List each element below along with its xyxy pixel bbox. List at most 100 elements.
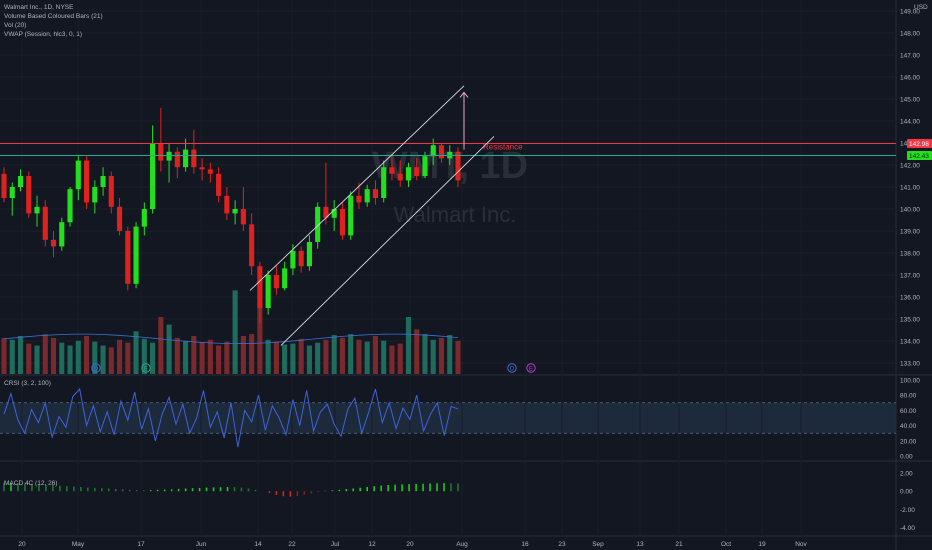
- price-tick-label: 148.00: [900, 31, 920, 38]
- candle-body[interactable]: [141, 209, 147, 227]
- candle-body[interactable]: [92, 187, 98, 203]
- volume-bar: [50, 337, 57, 374]
- volume-bar: [83, 336, 90, 374]
- candle-body[interactable]: [364, 189, 370, 203]
- volume-bar: [240, 336, 246, 374]
- volume-bar: [100, 345, 106, 374]
- candle-body[interactable]: [158, 143, 164, 161]
- crsi-title[interactable]: CRSI (3, 2, 100): [4, 379, 51, 388]
- candle-body[interactable]: [174, 151, 180, 168]
- candle-body[interactable]: [265, 275, 271, 308]
- volume-bar: [405, 317, 412, 374]
- indicator-vwap[interactable]: VWAP (Session, hlc3, 0, 1): [4, 30, 103, 39]
- time-tick-label: Sep: [592, 541, 604, 548]
- candle-body[interactable]: [1, 173, 7, 198]
- candle-body[interactable]: [83, 160, 90, 203]
- candle-body[interactable]: [191, 149, 197, 168]
- volume-bar: [249, 334, 255, 374]
- candle-body[interactable]: [26, 176, 32, 214]
- candle-body[interactable]: [50, 239, 57, 247]
- candle-body[interactable]: [372, 189, 379, 198]
- candle-body[interactable]: [381, 167, 387, 198]
- volume-bar: [306, 345, 312, 374]
- candle-body[interactable]: [207, 169, 213, 174]
- time-tick-label: Oct: [721, 541, 731, 548]
- candle-body[interactable]: [273, 275, 279, 289]
- crsi-tick-label: 60.00: [900, 408, 917, 415]
- candle-body[interactable]: [438, 145, 445, 159]
- resistance-label: Resistance: [483, 142, 523, 151]
- candle-body[interactable]: [42, 206, 48, 240]
- volume-bar: [224, 341, 230, 374]
- last-price-value: 142.43: [909, 153, 929, 160]
- volume-bar: [414, 329, 420, 374]
- candle-body[interactable]: [348, 195, 354, 236]
- price-tick-label: 133.00: [900, 361, 920, 368]
- volume-bar: [1, 337, 7, 374]
- symbol-title[interactable]: Walmart Inc., 1D, NYSE: [4, 3, 103, 12]
- candle-body[interactable]: [240, 209, 246, 225]
- candle-body[interactable]: [133, 226, 139, 284]
- candle-body[interactable]: [108, 176, 114, 207]
- volume-bar: [265, 339, 271, 374]
- time-tick-label: 21: [675, 541, 683, 548]
- volume-bar: [166, 324, 172, 374]
- candle-body[interactable]: [430, 145, 436, 157]
- candle-body[interactable]: [117, 206, 123, 231]
- candle-body[interactable]: [17, 176, 24, 187]
- candle-body[interactable]: [100, 176, 106, 187]
- candle-body[interactable]: [422, 156, 428, 176]
- candle-body[interactable]: [125, 231, 131, 284]
- time-tick-label: 16: [521, 541, 529, 548]
- candle-body[interactable]: [397, 173, 403, 181]
- candle-body[interactable]: [339, 209, 345, 236]
- macd-tick-label: -2.00: [900, 507, 915, 514]
- candle-body[interactable]: [75, 160, 81, 190]
- volume-bar: [174, 337, 180, 374]
- indicator-vol[interactable]: Vol (20): [4, 21, 103, 30]
- candle-body[interactable]: [356, 195, 362, 203]
- candle-body[interactable]: [257, 266, 263, 308]
- indicator-volume-bars[interactable]: Volume Based Coloured Bars (21): [4, 12, 103, 21]
- candle-body[interactable]: [150, 143, 156, 209]
- candle-body[interactable]: [59, 222, 65, 247]
- volume-bar: [125, 342, 131, 374]
- candle-body[interactable]: [224, 195, 230, 214]
- candle-body[interactable]: [216, 173, 222, 196]
- candle-body[interactable]: [34, 206, 40, 214]
- candle-body[interactable]: [67, 189, 73, 223]
- candle-body[interactable]: [405, 167, 412, 181]
- volume-bar: [339, 337, 345, 374]
- time-tick-label: 22: [288, 541, 296, 548]
- volume-bar: [273, 341, 279, 374]
- volume-bar: [381, 340, 387, 374]
- event-marker-label: E: [529, 366, 533, 372]
- macd-tick-label: 0.00: [900, 489, 913, 496]
- volume-bar: [438, 337, 445, 374]
- candle-body[interactable]: [166, 151, 172, 161]
- crsi-tick-label: 20.00: [900, 438, 917, 445]
- event-marker-label: D: [94, 366, 99, 372]
- candle-body[interactable]: [414, 167, 420, 176]
- candle-body[interactable]: [249, 224, 255, 267]
- price-tick-label: 134.00: [900, 339, 920, 346]
- candle-body[interactable]: [455, 151, 461, 181]
- candle-body[interactable]: [232, 209, 238, 214]
- volume-bar: [422, 334, 428, 374]
- price-tick-label: 138.00: [900, 251, 920, 258]
- candle-body[interactable]: [298, 250, 304, 267]
- candle-body[interactable]: [199, 167, 205, 170]
- candle-body[interactable]: [9, 187, 15, 198]
- candle-body[interactable]: [389, 167, 395, 174]
- time-tick-label: 23: [558, 541, 566, 548]
- volume-bar: [323, 339, 329, 374]
- chart-canvas[interactable]: WMT, 1D Walmart Inc. Resistance 149.0014…: [0, 0, 932, 550]
- macd-title[interactable]: MACD 4C (12, 26): [4, 479, 57, 488]
- volume-bar: [199, 342, 205, 374]
- resistance-value: 142.98: [909, 141, 929, 148]
- candle-body[interactable]: [290, 250, 296, 269]
- candle-body[interactable]: [183, 149, 189, 168]
- candle-body[interactable]: [282, 268, 288, 289]
- candle-body[interactable]: [306, 242, 312, 267]
- time-tick-label: May: [72, 541, 85, 548]
